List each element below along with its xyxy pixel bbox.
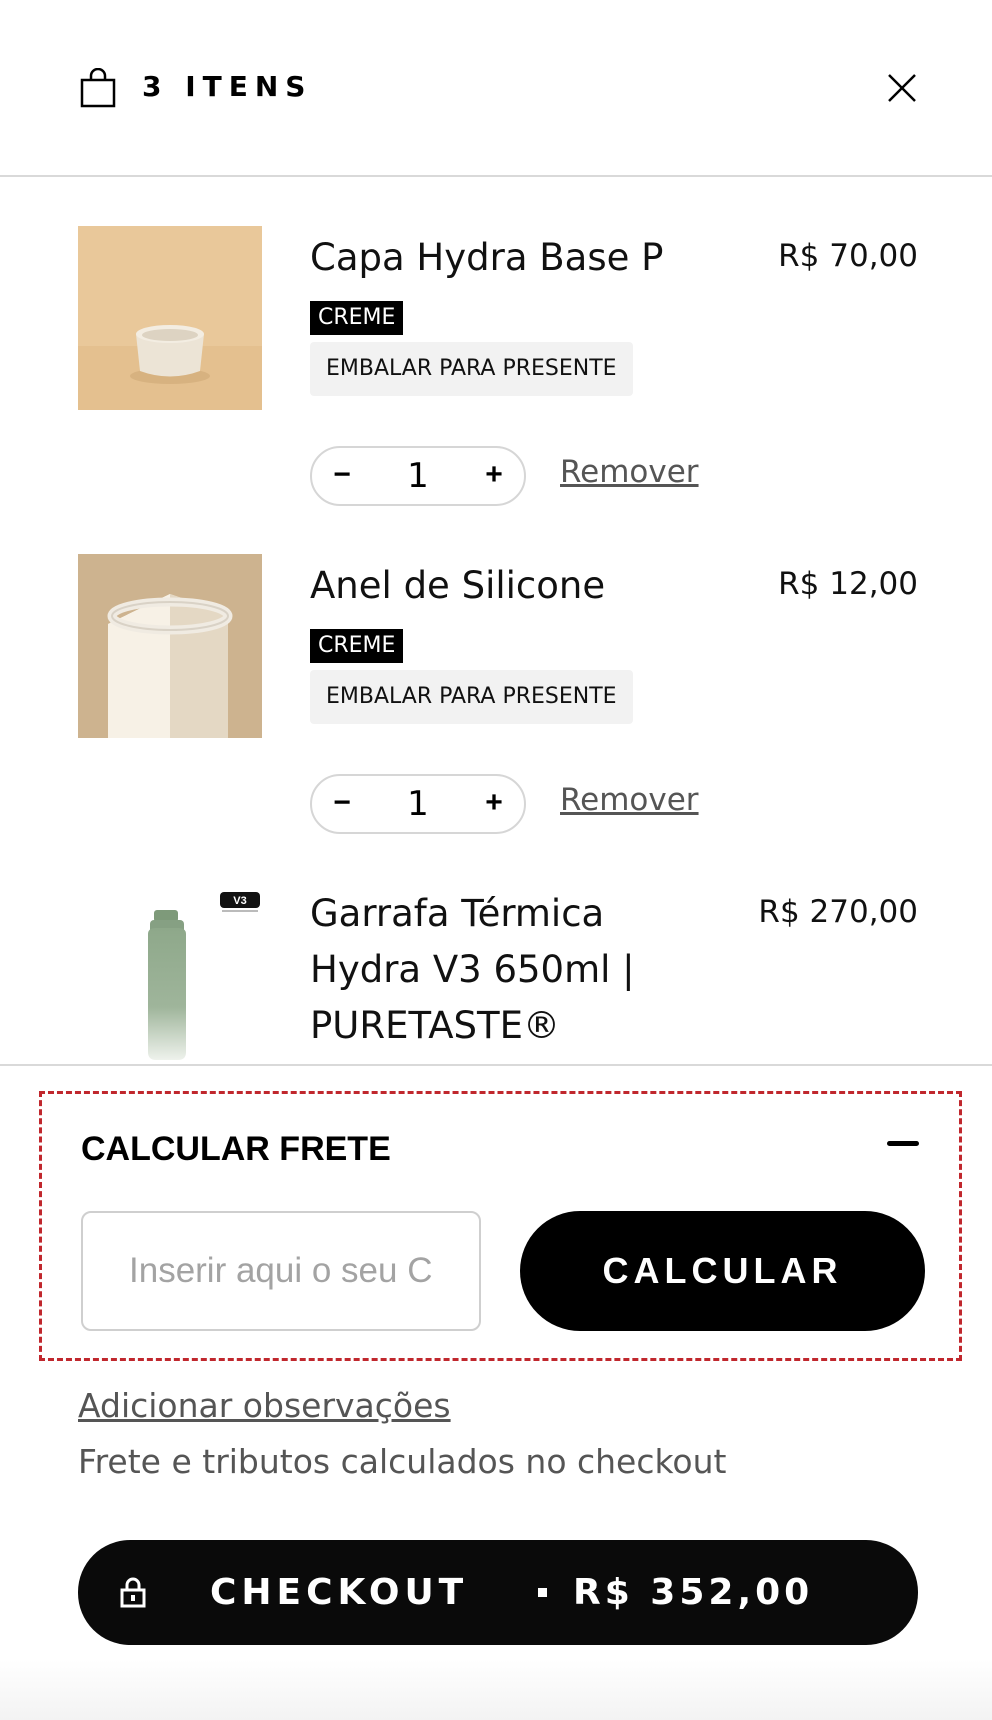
divider xyxy=(0,1064,992,1066)
checkout-button[interactable]: CHECKOUT R$ 352,00 BRL xyxy=(78,1540,918,1718)
quantity-stepper[interactable]: − 1 + xyxy=(310,446,526,506)
product-title[interactable]: Capa Hydra Base P xyxy=(310,230,710,286)
cart-item-count: 3 ITENS xyxy=(142,70,313,103)
shopping-bag-icon xyxy=(80,68,116,108)
product-title[interactable]: Anel de Silicone xyxy=(310,558,710,614)
variant-badge: CREME xyxy=(310,629,404,663)
increase-quantity-button[interactable]: + xyxy=(464,776,524,832)
checkout-total: R$ 352,00 BRL xyxy=(573,1572,814,1718)
separator-dot xyxy=(538,1588,547,1597)
collapse-minus-icon[interactable] xyxy=(887,1141,919,1146)
product-image[interactable] xyxy=(78,554,262,738)
remove-link[interactable]: Remover xyxy=(560,454,699,490)
shipping-title: CALCULAR FRETE xyxy=(81,1130,391,1168)
checkout-label: CHECKOUT xyxy=(210,1572,469,1613)
product-title[interactable]: Garrafa Térmica Hydra V3 650ml | PURETAS… xyxy=(310,886,710,1054)
product-image[interactable] xyxy=(78,226,262,410)
shipping-calculator: CALCULAR FRETE CALCULAR xyxy=(39,1091,962,1361)
quantity-stepper[interactable]: − 1 + xyxy=(310,774,526,834)
decrease-quantity-button[interactable]: − xyxy=(312,448,372,504)
decrease-quantity-button[interactable]: − xyxy=(312,776,372,832)
product-image[interactable]: V3 xyxy=(78,882,262,1064)
bottom-fade xyxy=(0,1660,992,1720)
product-price: R$ 12,00 xyxy=(778,566,918,602)
gift-wrap-button[interactable]: EMBALAR PARA PRESENTE xyxy=(310,670,633,724)
variant-badge: CREME xyxy=(310,301,404,335)
bottle-label: V3 xyxy=(233,895,246,907)
calculate-shipping-button[interactable]: CALCULAR xyxy=(520,1211,925,1331)
cart-items-list[interactable]: Capa Hydra Base P R$ 70,00 CREME EMBALAR… xyxy=(0,178,992,1064)
add-notes-link[interactable]: Adicionar observações xyxy=(78,1386,451,1425)
cart-header: 3 ITENS xyxy=(0,0,992,177)
quantity-value: 1 xyxy=(407,456,429,496)
product-price: R$ 70,00 xyxy=(778,238,918,274)
quantity-value: 1 xyxy=(407,784,429,824)
zip-code-input[interactable] xyxy=(81,1211,481,1331)
remove-link[interactable]: Remover xyxy=(560,782,699,818)
increase-quantity-button[interactable]: + xyxy=(464,448,524,504)
tax-note: Frete e tributos calculados no checkout xyxy=(78,1442,727,1481)
product-price: R$ 270,00 xyxy=(758,894,918,930)
gift-wrap-button[interactable]: EMBALAR PARA PRESENTE xyxy=(310,342,633,396)
close-icon[interactable] xyxy=(886,72,918,104)
lock-icon xyxy=(120,1577,146,1608)
